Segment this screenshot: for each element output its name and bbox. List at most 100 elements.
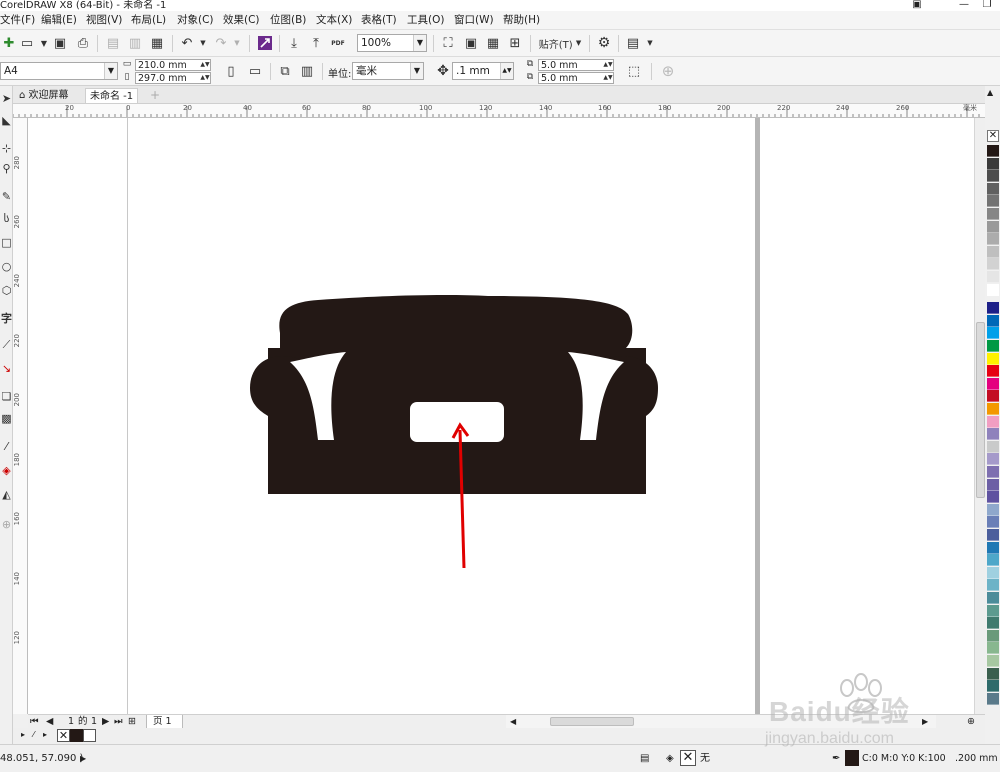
transparency-icon[interactable]: ▩ [0,410,13,428]
add-page-icon[interactable]: ⊞ [128,715,136,728]
zoom-tool-icon[interactable]: ⚲ [0,160,13,178]
full-screen-icon[interactable]: ⛶ [439,34,457,52]
menu-edit[interactable]: 编辑(E) [41,13,77,27]
menu-layout[interactable]: 布局(L) [131,13,166,27]
palette-swatch[interactable] [987,503,999,516]
user-icon[interactable]: ▣ [908,0,926,11]
palette-swatch[interactable] [987,642,999,655]
copy-icon[interactable]: ▥ [126,34,144,52]
no-color-swatch[interactable]: ✕ [57,729,70,742]
guidelines-icon[interactable]: ⊞ [506,34,524,52]
palette-swatch[interactable] [987,629,999,642]
palette-swatch[interactable] [987,327,999,340]
palette-swatch[interactable] [987,245,999,258]
spin-arrows-icon[interactable]: ▲▼ [603,60,613,70]
current-page-icon[interactable]: ▥ [298,62,316,80]
palette-swatch[interactable] [987,377,999,390]
nudge-distance-field[interactable]: .1 mm ▲▼ [452,62,514,80]
print-icon[interactable]: ⎙ [74,34,92,52]
publish-pdf-icon[interactable]: PDF [329,34,347,52]
save-icon[interactable]: ▣ [51,34,69,52]
grid-icon[interactable]: ▦ [484,34,502,52]
paste-icon[interactable]: ▦ [148,34,166,52]
palette-swatch[interactable] [987,233,999,246]
palette-swatch[interactable] [987,667,999,680]
open-icon[interactable]: ▭ [18,34,36,52]
menu-window[interactable]: 窗口(W) [454,13,494,27]
palette-swatch[interactable] [987,208,999,220]
cut-icon[interactable]: ▤ [104,34,122,52]
units-combo[interactable]: 毫米 ▼ [352,62,424,80]
next-page-icon[interactable]: ▶ [102,715,109,728]
add-tool-icon[interactable]: ⊕ [0,516,13,534]
import-icon[interactable]: ⤓ [285,34,303,52]
scroll-right-icon[interactable]: ▶ [922,715,928,728]
new-document-icon[interactable]: ✚ [0,34,18,52]
minimize-icon[interactable]: — [955,0,973,11]
application-launcher-icon[interactable]: ▤ [624,34,642,52]
palette-swatch[interactable] [987,491,999,504]
landscape-icon[interactable]: ▭ [246,62,264,80]
spin-arrows-icon[interactable]: ▲▼ [200,73,210,83]
palette-swatch[interactable] [987,566,999,579]
palette-swatch[interactable] [987,170,999,183]
vertical-ruler[interactable]: 280 260 240 220 200 180 160 140 120 [13,118,28,714]
freehand-tool-icon[interactable]: ✎ [0,188,13,206]
launcher-dropdown-icon[interactable]: ▼ [641,34,659,52]
page-width-field[interactable]: 210.0 mm ▲▼ [135,59,211,71]
menu-text[interactable]: 文本(X) [316,13,352,27]
chevron-down-icon[interactable]: ▼ [413,35,426,51]
document-swatch-black[interactable] [70,729,83,742]
palette-swatch[interactable] [987,516,999,529]
palette-swatch[interactable] [987,390,999,403]
quick-customize-icon[interactable]: ⊕ [659,62,677,80]
redo-dropdown-icon[interactable]: ▼ [228,34,246,52]
palette-swatch[interactable] [987,680,999,693]
color-proof-icon[interactable]: ▤ [640,752,649,765]
menu-bitmaps[interactable]: 位图(B) [270,13,306,27]
dimension-tool-icon[interactable]: ⟋ [0,336,13,354]
ellipse-tool-icon[interactable]: ○ [0,258,13,276]
page-tab[interactable]: 页 1 [146,715,183,729]
palette-swatch[interactable] [987,655,999,667]
drop-shadow-icon[interactable]: ❏ [0,388,13,406]
menu-view[interactable]: 视图(V) [86,13,122,27]
eyedropper-icon[interactable]: ⁄ [33,730,34,739]
vertical-scrollbar[interactable] [974,118,985,714]
palette-swatch[interactable] [987,478,999,491]
menu-table[interactable]: 表格(T) [361,13,397,27]
connector-tool-icon[interactable]: ↘ [0,360,13,378]
menu-object[interactable]: 对象(C) [177,13,214,27]
palette-menu-icon[interactable]: ▸ [43,730,47,739]
tab-welcome[interactable]: ⌂ 欢迎屏幕 [15,88,73,103]
status-expand-icon[interactable]: ▶ [80,752,86,765]
sofa-shape[interactable] [250,295,658,509]
scroll-left-icon[interactable]: ◀ [510,715,516,728]
smart-fill-icon[interactable]: ◭ [0,486,13,504]
palette-swatch[interactable] [987,145,999,157]
horizontal-ruler[interactable]: 20 0 20 40 60 80 100 120 140 160 180 200… [13,104,985,118]
horizontal-scroll-thumb[interactable] [550,717,634,726]
chevron-down-icon[interactable]: ▼ [410,63,423,79]
palette-swatch[interactable] [987,314,999,327]
text-tool-icon[interactable]: 字 [0,310,13,328]
pick-tool-icon[interactable]: ➤ [0,90,13,108]
outline-color-swatch[interactable] [845,750,859,766]
document-swatch-white[interactable] [83,729,96,742]
palette-swatch[interactable] [987,365,999,378]
palette-swatch[interactable] [987,617,999,630]
export-icon[interactable]: ⤒ [307,34,325,52]
vertical-scroll-thumb[interactable] [976,322,985,498]
palette-swatch[interactable] [987,283,999,296]
palette-swatch[interactable] [987,692,999,705]
palette-swatch[interactable] [987,195,999,208]
drawing-canvas[interactable] [28,118,985,714]
spin-arrows-icon[interactable]: ▲▼ [200,60,210,70]
palette-swatch[interactable] [987,579,999,592]
spin-arrows-icon[interactable]: ▲▼ [500,63,513,79]
palette-swatch[interactable] [987,541,999,554]
menu-help[interactable]: 帮助(H) [503,13,540,27]
page-height-field[interactable]: 297.0 mm ▲▼ [135,72,211,84]
first-page-icon[interactable]: ⏮ [30,715,39,728]
palette-swatch[interactable] [987,428,999,441]
